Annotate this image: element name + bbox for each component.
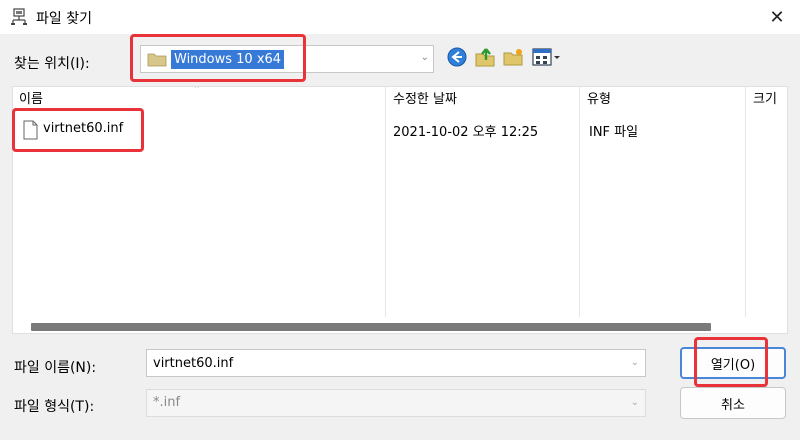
new-folder-icon[interactable] bbox=[502, 46, 524, 68]
chevron-down-icon[interactable]: ⌄ bbox=[631, 357, 639, 368]
file-icon bbox=[23, 120, 38, 140]
filename-field[interactable]: ⌄ bbox=[146, 349, 646, 377]
folder-icon bbox=[147, 53, 167, 67]
up-folder-icon[interactable] bbox=[474, 46, 496, 68]
view-menu-icon[interactable] bbox=[532, 46, 562, 68]
filetype-select[interactable]: *.inf ⌄ bbox=[146, 389, 646, 417]
open-button[interactable]: 열기(O) bbox=[680, 347, 786, 379]
lookin-combo[interactable]: Windows 10 x64 ⌄ bbox=[140, 45, 434, 73]
window-title: 파일 찾기 bbox=[36, 11, 92, 27]
file-modified: 2021-10-02 오후 12:25 bbox=[393, 125, 539, 140]
title-bar: 파일 찾기 ✕ bbox=[0, 0, 800, 34]
column-header-size[interactable]: 크기 bbox=[747, 87, 787, 113]
file-type: INF 파일 bbox=[589, 125, 639, 140]
close-icon: ✕ bbox=[769, 6, 785, 28]
column-header-type[interactable]: 유형 bbox=[581, 87, 745, 113]
lookin-value: Windows 10 x64 bbox=[171, 50, 285, 69]
table-row[interactable]: virtnet60.inf 2021-10-02 오후 12:25 INF 파일 bbox=[13, 117, 783, 143]
filename-input[interactable] bbox=[147, 350, 607, 376]
chevron-down-icon[interactable]: ⌄ bbox=[421, 52, 429, 63]
cancel-button[interactable]: 취소 bbox=[680, 387, 786, 419]
file-list[interactable]: ⌃ 이름 수정한 날짜 유형 크기 virtnet60.inf 2021-10-… bbox=[12, 86, 788, 334]
filename-label: 파일 이름(N): bbox=[14, 360, 97, 376]
back-arrow-icon[interactable] bbox=[446, 46, 468, 68]
chevron-down-icon[interactable]: ⌄ bbox=[631, 397, 639, 408]
filetype-label: 파일 형식(T): bbox=[14, 399, 95, 415]
close-button[interactable]: ✕ bbox=[754, 0, 800, 34]
horizontal-scrollbar[interactable] bbox=[31, 323, 711, 331]
column-header-modified[interactable]: 수정한 날짜 bbox=[387, 87, 579, 113]
column-header-name[interactable]: 이름 bbox=[13, 87, 385, 113]
network-icon bbox=[11, 8, 27, 25]
file-name: virtnet60.inf bbox=[43, 121, 124, 136]
lookin-label: 찾는 위치(I): bbox=[14, 56, 90, 72]
filetype-value: *.inf bbox=[153, 395, 181, 410]
